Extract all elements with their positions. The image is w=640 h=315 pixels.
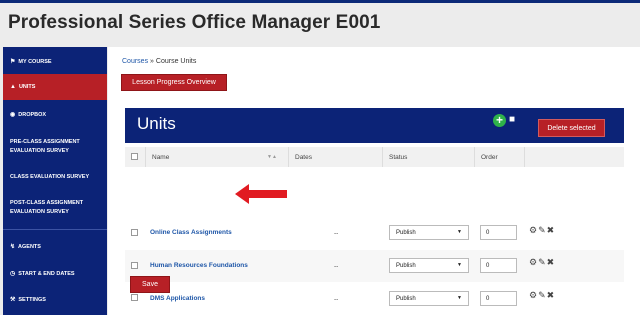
graduation-cap-icon[interactable]: ■ [509,114,515,125]
row-actions: ⚙ ✎ ✖ [529,290,554,301]
status-select[interactable]: Publish ▼ [389,225,469,240]
main-content: Courses » Course Units Lesson Progress O… [108,47,640,315]
row-actions: ⚙ ✎ ✖ [529,257,554,268]
column-divider [382,147,383,167]
unit-name-link[interactable]: Human Resources Foundations [150,262,248,269]
column-header-name[interactable]: Name [152,154,169,161]
flag-icon: ⚑ [10,58,16,65]
column-divider [524,147,525,167]
sidebar-item-start-end-dates[interactable]: ◷ START & END DATES [3,269,107,279]
status-value: Publish [396,229,416,236]
sidebar: ⚑ MY COURSE ▲ UNITS ◉ DROPBOX PRE-CLASS … [3,47,107,315]
column-divider [288,147,289,167]
delete-icon[interactable]: ✖ [547,257,555,268]
edit-icon[interactable]: ✎ [538,257,546,268]
status-select[interactable]: Publish ▼ [389,291,469,306]
delete-icon[interactable]: ✖ [547,290,555,301]
edit-icon[interactable]: ✎ [538,290,546,301]
row-checkbox[interactable] [131,229,138,236]
order-input[interactable]: 0 [480,258,517,273]
status-select[interactable]: Publish ▼ [389,258,469,273]
delete-icon[interactable]: ✖ [547,225,555,236]
gear-icon[interactable]: ⚙ [529,225,537,236]
sidebar-item-class-survey[interactable]: CLASS EVALUATION SURVEY [3,172,107,182]
sidebar-item-pre-class-survey[interactable]: PRE-CLASS ASSIGNMENT EVALUATION SURVEY [3,136,103,158]
unit-name-link[interactable]: Online Class Assignments [150,229,232,236]
column-divider [145,147,146,167]
sidebar-item-settings[interactable]: ⚒ SETTINGS [3,295,107,305]
page-title: Professional Series Office Manager E001 [8,12,381,33]
sidebar-item-dropbox[interactable]: ◉ DROPBOX [3,110,107,120]
sidebar-item-units[interactable]: ▲ UNITS [3,74,107,100]
sidebar-item-label: SETTINGS [18,296,46,303]
edit-icon[interactable]: ✎ [538,225,546,236]
save-button[interactable]: Save [130,276,170,293]
unit-name-link[interactable]: DMS Applications [150,295,205,302]
unit-dates: -- [334,230,339,237]
row-checkbox[interactable] [131,294,138,301]
column-header-status: Status [389,154,408,161]
gear-icon[interactable]: ⚙ [529,257,537,268]
pointer-arrow-icon [235,184,287,204]
sidebar-item-post-class-survey[interactable]: POST-CLASS ASSIGNMENT EVALUATION SURVEY [3,197,103,219]
breadcrumb-courses-link[interactable]: Courses [122,58,148,65]
breadcrumb: Courses » Course Units [122,58,196,65]
order-input[interactable]: 0 [480,291,517,306]
order-input[interactable]: 0 [480,225,517,240]
units-icon: ▲ [10,83,16,90]
status-value: Publish [396,295,416,302]
sort-icon[interactable]: ▼▲ [267,154,277,160]
lesson-progress-overview-button[interactable]: Lesson Progress Overview [121,74,227,91]
chevron-down-icon: ▼ [457,295,462,301]
sidebar-item-my-course[interactable]: ⚑ MY COURSE [3,57,107,67]
chevron-down-icon: ▼ [457,229,462,235]
dropbox-icon: ◉ [10,111,16,118]
plus-circle-icon[interactable]: + [493,114,506,127]
unit-dates: -- [334,296,339,303]
top-accent-bar [0,0,640,3]
table-header-row: Name ▼▲ Dates Status Order [125,147,624,167]
select-all-checkbox[interactable] [131,153,138,160]
sidebar-item-label: UNITS [18,83,36,90]
breadcrumb-separator: » [150,58,154,65]
breadcrumb-current: Course Units [155,58,197,65]
sidebar-item-label: START & END DATES [18,270,75,277]
wrench-icon: ⚒ [10,296,16,303]
sidebar-item-label: DROPBOX [18,111,47,118]
row-checkbox[interactable] [131,262,138,269]
row-actions: ⚙ ✎ ✖ [529,225,554,236]
sidebar-item-label: CLASS EVALUATION SURVEY [10,173,90,180]
units-header: Units + ■ Delete selected [125,108,624,143]
sidebar-item-label: AGENTS [18,243,41,250]
clock-icon: ◷ [10,270,16,277]
sidebar-item-label: MY COURSE [18,58,52,65]
column-header-order: Order [481,154,498,161]
sidebar-item-label: POST-CLASS ASSIGNMENT EVALUATION SURVEY [10,200,84,215]
delete-selected-button[interactable]: Delete selected [538,119,605,137]
unit-dates: -- [334,263,339,270]
column-divider [474,147,475,167]
sidebar-item-agents[interactable]: ↯ AGENTS [3,242,107,252]
units-title: Units [137,114,176,133]
sidebar-item-label: PRE-CLASS ASSIGNMENT EVALUATION SURVEY [10,139,80,154]
sidebar-divider [3,229,107,230]
column-header-dates: Dates [295,154,312,161]
gear-icon[interactable]: ⚙ [529,290,537,301]
status-value: Publish [396,262,416,269]
agents-icon: ↯ [10,243,16,250]
chevron-down-icon: ▼ [457,262,462,268]
